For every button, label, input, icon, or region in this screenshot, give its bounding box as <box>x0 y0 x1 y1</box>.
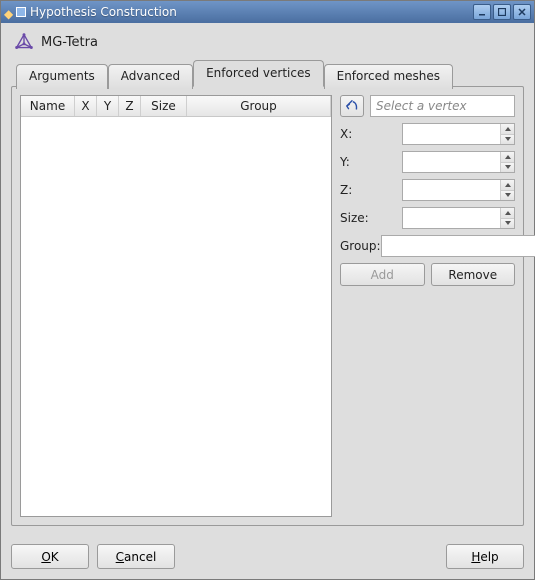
z-input[interactable] <box>402 179 515 201</box>
z-spinbox[interactable] <box>402 179 515 201</box>
x-step-down[interactable] <box>500 135 514 145</box>
z-step-down[interactable] <box>500 191 514 201</box>
size-step-up[interactable] <box>500 208 514 219</box>
close-button[interactable] <box>513 4 531 20</box>
tab-arguments[interactable]: Arguments <box>16 64 108 89</box>
z-step-up[interactable] <box>500 180 514 191</box>
help-rest: elp <box>480 550 498 564</box>
col-y[interactable]: Y <box>97 96 119 116</box>
ok-button[interactable]: OK <box>11 544 89 569</box>
col-size[interactable]: Size <box>141 96 187 116</box>
window-title: Hypothesis Construction <box>30 5 473 19</box>
sticky-icon: ◆ <box>4 7 14 17</box>
y-spinbox[interactable] <box>402 151 515 173</box>
vertex-form: Select a vertex X: Y: <box>340 95 515 517</box>
tab-enforced-meshes[interactable]: Enforced meshes <box>324 64 453 89</box>
add-button[interactable]: Add <box>340 263 425 286</box>
x-step-up[interactable] <box>500 124 514 135</box>
help-button[interactable]: Help <box>446 544 524 569</box>
label-y: Y: <box>340 155 402 169</box>
cancel-rest: ancel <box>124 550 156 564</box>
vertices-table[interactable]: Name X Y Z Size Group <box>20 95 332 517</box>
vertex-selection-field[interactable]: Select a vertex <box>370 95 515 117</box>
maximize-button[interactable] <box>493 4 511 20</box>
dialog-window: ◆ Hypothesis Construction MG-Tetra Argum… <box>0 0 535 580</box>
module-icon <box>13 31 35 53</box>
system-menu-icons: ◆ <box>4 7 26 17</box>
table-body[interactable] <box>21 117 331 516</box>
tab-panel-enforced-vertices: Name X Y Z Size Group Select a vertex <box>11 86 524 526</box>
col-x[interactable]: X <box>75 96 97 116</box>
group-input[interactable] <box>381 235 535 257</box>
col-group[interactable]: Group <box>187 96 331 116</box>
tab-advanced[interactable]: Advanced <box>108 64 193 89</box>
titlebar: ◆ Hypothesis Construction <box>1 1 534 23</box>
module-name: MG-Tetra <box>41 35 98 50</box>
module-heading: MG-Tetra <box>11 31 524 53</box>
y-step-down[interactable] <box>500 163 514 173</box>
tabstrip: Arguments Advanced Enforced vertices Enf… <box>11 62 524 87</box>
label-z: Z: <box>340 183 402 197</box>
col-z[interactable]: Z <box>119 96 141 116</box>
label-size: Size: <box>340 211 402 225</box>
pick-vertex-button[interactable] <box>340 95 364 117</box>
size-step-down[interactable] <box>500 219 514 229</box>
label-x: X: <box>340 127 402 141</box>
y-step-up[interactable] <box>500 152 514 163</box>
label-group: Group: <box>340 239 381 253</box>
cancel-button[interactable]: Cancel <box>97 544 175 569</box>
minimize-button[interactable] <box>473 4 491 20</box>
ok-rest: K <box>51 550 59 564</box>
remove-button[interactable]: Remove <box>431 263 516 286</box>
y-input[interactable] <box>402 151 515 173</box>
col-name[interactable]: Name <box>21 96 75 116</box>
app-icon <box>16 7 26 17</box>
size-spinbox[interactable] <box>402 207 515 229</box>
size-input[interactable] <box>402 207 515 229</box>
dialog-footer: OK Cancel Help <box>1 536 534 579</box>
x-spinbox[interactable] <box>402 123 515 145</box>
table-header: Name X Y Z Size Group <box>21 96 331 117</box>
tab-enforced-vertices[interactable]: Enforced vertices <box>193 60 324 87</box>
x-input[interactable] <box>402 123 515 145</box>
